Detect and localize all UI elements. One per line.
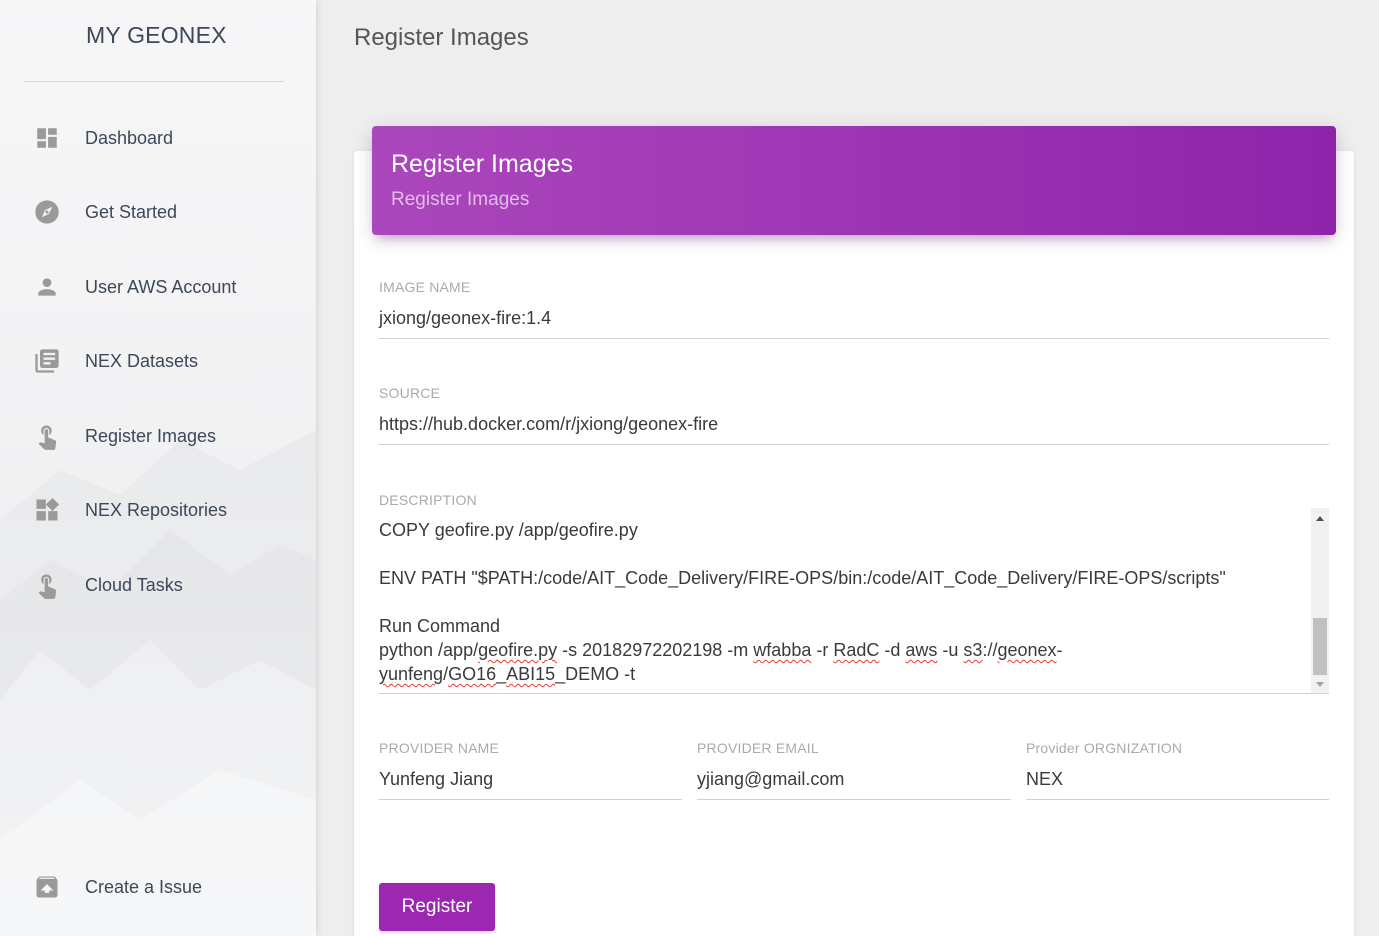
description-scrollbar[interactable]: [1311, 508, 1329, 693]
provider-email-label: PROVIDER EMAIL: [697, 740, 819, 756]
text-span: python /app/: [379, 640, 479, 660]
sidebar: MY GEONEX Dashboard Get Started User AWS…: [0, 0, 316, 936]
misspelled-word: RadC: [833, 640, 880, 660]
description-line: Run Command: [379, 616, 501, 636]
description-textarea[interactable]: COPY geofire.py /app/geofire.py ENV PATH…: [379, 508, 1329, 693]
provider-name-input[interactable]: Yunfeng Jiang: [379, 769, 493, 790]
misspelled-word: geonex: [997, 640, 1057, 660]
touch-app-icon: [33, 571, 61, 599]
text-span: -d: [879, 640, 906, 660]
person-icon: [33, 273, 61, 301]
provider-name-label: PROVIDER NAME: [379, 740, 500, 756]
sidebar-item-register-images[interactable]: Register Images: [0, 411, 316, 461]
sidebar-item-cloud-tasks[interactable]: Cloud Tasks: [0, 560, 316, 610]
misspelled-word: GO16: [448, 664, 497, 684]
description-line: python /app/geofire.py -s 20182972202198…: [379, 638, 1309, 662]
text-span: -: [1056, 640, 1063, 660]
scroll-down-arrow-icon[interactable]: [1316, 682, 1324, 687]
description-blank-line: [379, 542, 1309, 566]
sidebar-item-label: Dashboard: [85, 127, 174, 148]
dashboard-icon: [33, 124, 61, 152]
text-span: -u: [937, 640, 964, 660]
widgets-icon: [33, 496, 61, 524]
card-header: Register Images Register Images: [372, 126, 1336, 235]
misspelled-word: yunfeng: [379, 664, 444, 684]
misspelled-word: aws: [905, 640, 938, 660]
brand-divider: [24, 81, 284, 82]
provider-name-field[interactable]: PROVIDER NAME Yunfeng Jiang: [379, 740, 682, 800]
misspelled-word: s3: [963, 640, 983, 660]
misspelled-word: geofire.py: [478, 640, 558, 660]
sidebar-item-nex-repositories[interactable]: NEX Repositories: [0, 485, 316, 535]
description-line: yunfeng/GO16_ABI15_DEMO -t: [379, 662, 1309, 686]
unarchive-icon: [33, 873, 61, 901]
provider-org-field[interactable]: Provider ORGNIZATION NEX: [1026, 740, 1329, 800]
source-input[interactable]: https://hub.docker.com/r/jxiong/geonex-f…: [379, 414, 718, 435]
misspelled-word: ABI15: [506, 664, 556, 684]
sidebar-item-label: Register Images: [85, 425, 217, 446]
sidebar-item-nex-datasets[interactable]: NEX Datasets: [0, 336, 316, 386]
misspelled-word: wfabba: [753, 640, 812, 660]
image-name-input[interactable]: jxiong/geonex-fire:1.4: [379, 308, 551, 329]
text-span: _: [496, 664, 507, 684]
sidebar-item-label: Get Started: [85, 201, 178, 222]
compass-icon: [33, 198, 61, 226]
description-label: DESCRIPTION: [379, 492, 477, 508]
description-line: ENV PATH "$PATH:/code/AIT_Code_Delivery/…: [379, 568, 1226, 588]
source-underline: [379, 444, 1329, 445]
provider-org-input[interactable]: NEX: [1026, 769, 1063, 790]
description-content: COPY geofire.py /app/geofire.py ENV PATH…: [379, 518, 1309, 686]
library-books-icon: [33, 347, 61, 375]
register-button[interactable]: Register: [379, 883, 495, 931]
source-field[interactable]: SOURCE https://hub.docker.com/r/jxiong/g…: [379, 385, 1329, 445]
sidebar-item-label: User AWS Account: [85, 276, 237, 297]
card-subtitle: Register Images: [391, 189, 530, 210]
provider-email-input[interactable]: yjiang@gmail.com: [697, 769, 844, 790]
sidebar-item-create-issue[interactable]: Create a Issue: [0, 862, 316, 912]
sidebar-item-label: Cloud Tasks: [85, 574, 183, 595]
provider-email-underline: [697, 799, 1011, 800]
description-line: COPY geofire.py /app/geofire.py: [379, 520, 638, 540]
image-name-field[interactable]: IMAGE NAME jxiong/geonex-fire:1.4: [379, 279, 1329, 339]
scrollbar-thumb[interactable]: [1313, 618, 1327, 675]
text-span: ://: [982, 640, 998, 660]
brand-title[interactable]: MY GEONEX: [0, 22, 316, 49]
text-span: _DEMO -t: [555, 664, 636, 684]
scroll-up-arrow-icon[interactable]: [1316, 516, 1324, 521]
sidebar-item-user-aws-account[interactable]: User AWS Account: [0, 262, 316, 312]
provider-email-field[interactable]: PROVIDER EMAIL yjiang@gmail.com: [697, 740, 1011, 800]
sidebar-item-get-started[interactable]: Get Started: [0, 187, 316, 237]
provider-name-underline: [379, 799, 682, 800]
provider-org-underline: [1026, 799, 1329, 800]
touch-app-icon: [33, 422, 61, 450]
card-title: Register Images: [391, 150, 574, 178]
sidebar-item-dashboard[interactable]: Dashboard: [0, 113, 316, 163]
sidebar-item-label: Create a Issue: [85, 876, 203, 897]
image-name-label: IMAGE NAME: [379, 279, 471, 295]
page-title: Register Images: [354, 24, 529, 51]
sidebar-item-label: NEX Repositories: [85, 499, 228, 520]
image-name-underline: [379, 338, 1329, 339]
source-label: SOURCE: [379, 385, 441, 401]
description-blank-line: [379, 590, 1309, 614]
text-span: -s 20182972202198 -m: [557, 640, 754, 660]
sidebar-item-label: NEX Datasets: [85, 350, 199, 371]
description-field: DESCRIPTION: [379, 492, 1329, 508]
text-span: -r: [811, 640, 834, 660]
description-underline: [379, 693, 1329, 694]
provider-org-label: Provider ORGNIZATION: [1026, 740, 1183, 756]
